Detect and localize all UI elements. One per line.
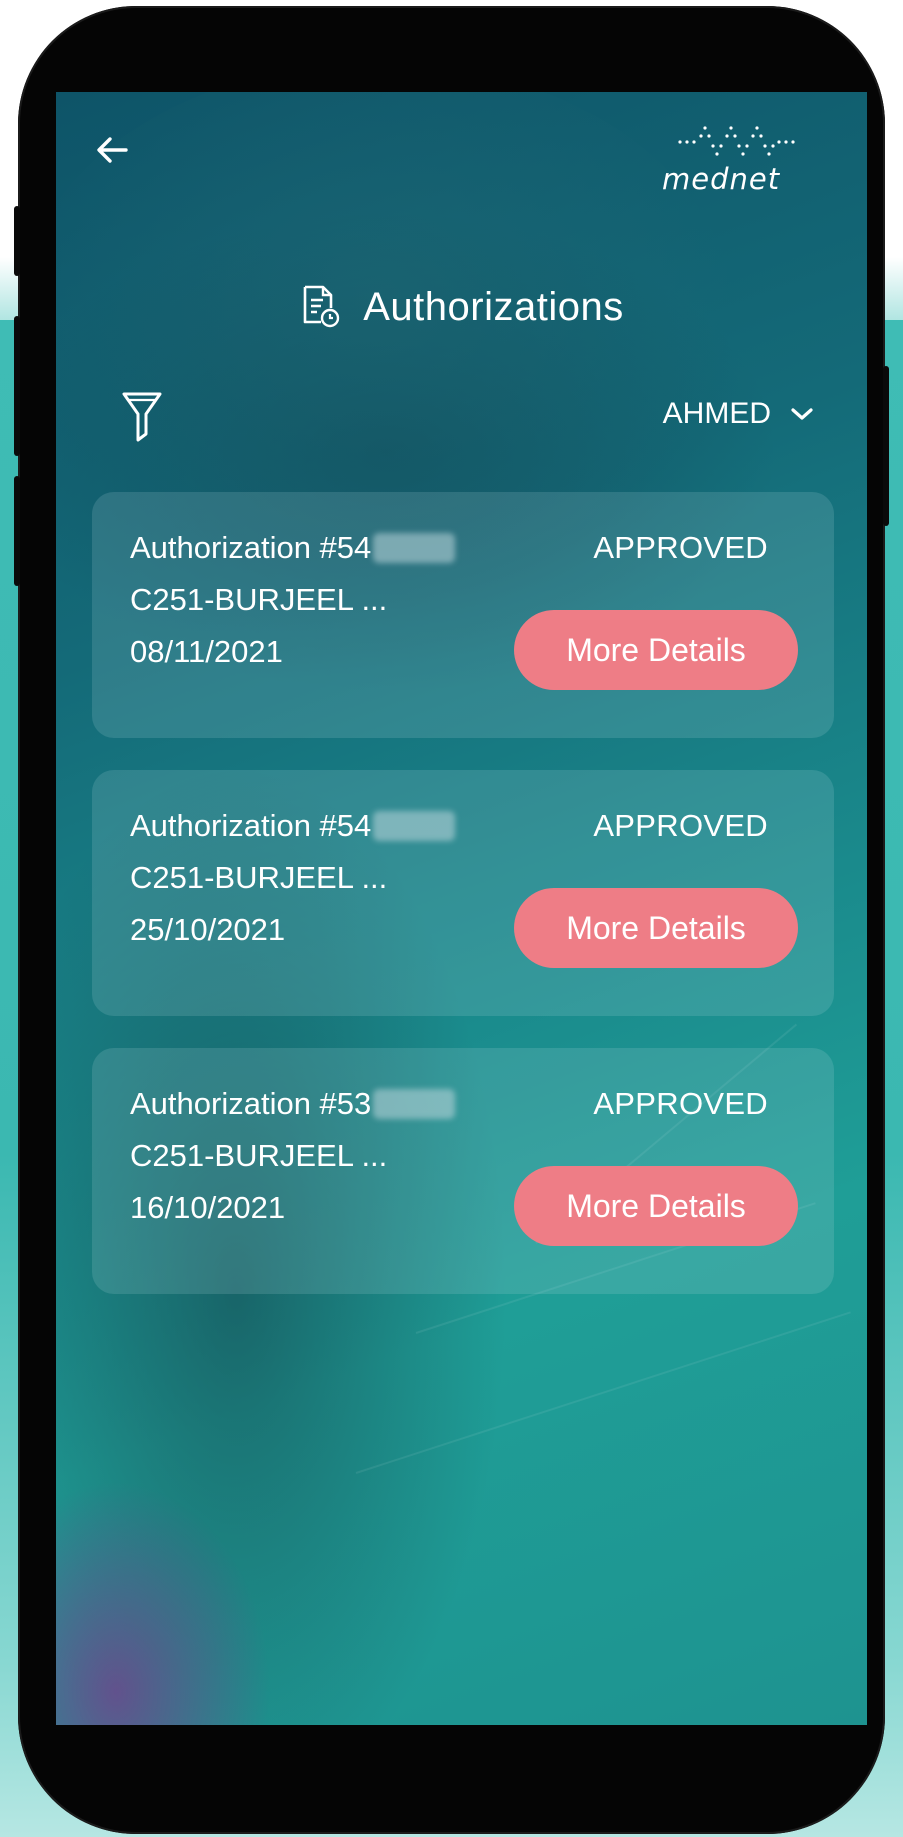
chevron-down-icon: [791, 408, 813, 420]
redacted-number: [373, 533, 456, 563]
member-dropdown-value: AHMED: [662, 397, 771, 430]
app-screen: mednet Authorizations AHMED Authorizatio…: [56, 92, 867, 1725]
authorization-date: 16/10/2021: [130, 1190, 286, 1225]
mednet-logo: mednet: [656, 118, 836, 202]
page-header: Authorizations: [56, 272, 867, 342]
member-dropdown[interactable]: AHMED: [663, 392, 815, 436]
authorization-card: Authorization #54 C251-BURJEEL ... 08/11…: [92, 492, 834, 738]
status-badge: APPROVED: [593, 530, 768, 565]
top-bar: mednet: [56, 92, 867, 202]
authorization-number: Authorization #53: [130, 1086, 456, 1122]
phone-side-button: [14, 316, 20, 456]
provider-name: C251-BURJEEL ...: [130, 582, 388, 617]
phone-side-button: [14, 206, 20, 276]
status-badge: APPROVED: [593, 808, 768, 843]
authorization-number-text: Authorization #53: [130, 1086, 372, 1121]
authorization-number-text: Authorization #54: [130, 808, 372, 843]
logo-dots-icon: [678, 126, 795, 156]
logo-text: mednet: [662, 162, 781, 196]
phone-side-button: [883, 366, 889, 526]
redacted-number: [373, 1089, 456, 1119]
redacted-number: [373, 811, 456, 841]
authorization-card: Authorization #54 C251-BURJEEL ... 25/10…: [92, 770, 834, 1016]
back-button[interactable]: [92, 130, 132, 170]
authorization-number: Authorization #54: [130, 808, 456, 844]
authorization-number-text: Authorization #54: [130, 530, 372, 565]
background-line: [355, 1311, 851, 1474]
filter-icon: [122, 392, 162, 442]
provider-name: C251-BURJEEL ...: [130, 860, 388, 895]
phone-side-button: [14, 476, 20, 586]
page-title: Authorizations: [363, 284, 624, 329]
authorization-date: 08/11/2021: [130, 634, 283, 669]
document-clock-icon: [303, 285, 340, 328]
provider-name: C251-BURJEEL ...: [130, 1138, 388, 1173]
authorization-number: Authorization #54: [130, 530, 456, 566]
filter-button[interactable]: [120, 388, 164, 442]
arrow-left-icon: [97, 137, 128, 163]
more-details-button[interactable]: More Details: [514, 888, 798, 968]
more-details-button[interactable]: More Details: [514, 1166, 798, 1246]
more-details-button[interactable]: More Details: [514, 610, 798, 690]
authorization-date: 25/10/2021: [130, 912, 286, 947]
status-badge: APPROVED: [593, 1086, 768, 1121]
authorization-card: Authorization #53 C251-BURJEEL ... 16/10…: [92, 1048, 834, 1294]
